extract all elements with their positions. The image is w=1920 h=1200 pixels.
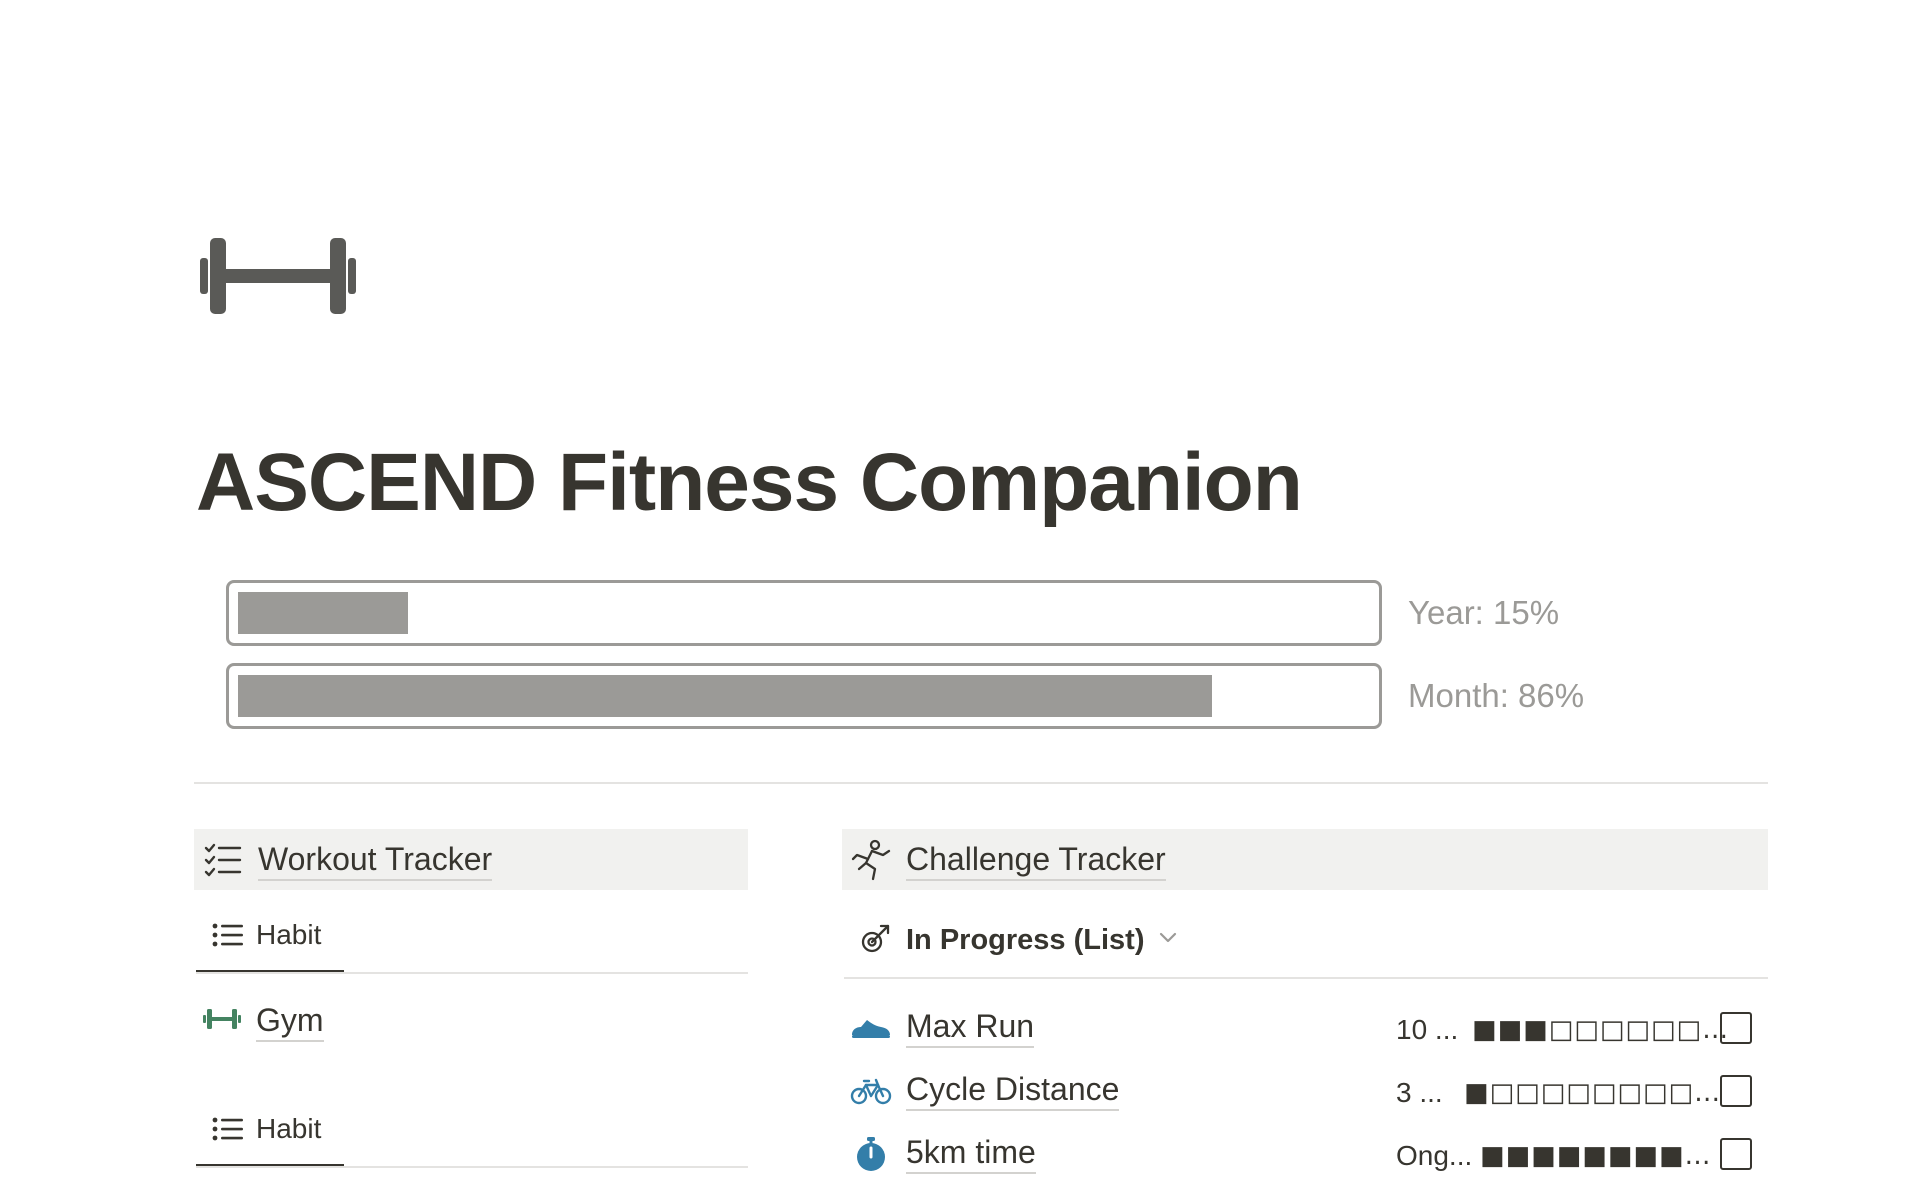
completed-checkbox[interactable] xyxy=(1720,1012,1752,1044)
chevron-down-icon xyxy=(1159,931,1177,949)
gallery-item-gym[interactable]: Gym xyxy=(202,1000,324,1042)
tab-divider xyxy=(196,1166,748,1168)
list-item-progress: ■■■■■■■■… xyxy=(1480,1141,1712,1171)
target-arrow-icon xyxy=(860,922,892,959)
bicycle-icon xyxy=(850,1073,892,1109)
list-item-title[interactable]: Max Run xyxy=(906,1006,1035,1048)
month-progress-track xyxy=(226,663,1382,729)
checklist-icon xyxy=(202,839,244,881)
list-item-goal: 3 ... xyxy=(1396,1077,1443,1108)
list-item[interactable]: Max Run 10 ... ■■■□□□□□□… xyxy=(850,1000,1770,1056)
challenge-tracker-title[interactable]: Challenge Tracker xyxy=(906,839,1166,881)
shoe-icon xyxy=(850,1010,892,1046)
year-progress: Year: 15% xyxy=(226,580,1920,646)
year-progress-track xyxy=(226,580,1382,646)
tab-habit[interactable]: Habit xyxy=(194,910,321,960)
month-progress-fill xyxy=(238,675,1212,717)
tab-habit-label: Habit xyxy=(256,1113,322,1144)
completed-checkbox[interactable] xyxy=(1720,1075,1752,1107)
tab-divider xyxy=(196,972,748,974)
list-item-goal: 10 ... xyxy=(1396,1014,1459,1045)
workout-tracker-header[interactable]: Workout Tracker xyxy=(194,829,748,890)
challenge-tracker-header[interactable]: Challenge Tracker xyxy=(842,829,1768,890)
stopwatch-icon xyxy=(850,1136,892,1172)
list-item-progress: ■□□□□□□□□… xyxy=(1464,1078,1722,1108)
month-progress-label: Month: 86% xyxy=(1408,677,1585,714)
divider xyxy=(194,782,1768,784)
dumbbell-icon xyxy=(198,228,358,324)
month-progress: Month: 86% xyxy=(226,663,1920,729)
workout-tracker-title[interactable]: Workout Tracker xyxy=(258,839,493,881)
dumbbell-icon xyxy=(202,1006,242,1037)
running-person-icon xyxy=(850,839,892,881)
year-progress-label: Year: 15% xyxy=(1408,594,1560,631)
tab-habit-label: Habit xyxy=(256,919,322,950)
list-item-goal: Ong... xyxy=(1396,1140,1473,1171)
list-item[interactable]: 5km time Ong... ■■■■■■■■… xyxy=(850,1126,1770,1182)
list-icon xyxy=(212,1116,244,1142)
view-selector-label: In Progress (List) xyxy=(906,923,1145,956)
list-item[interactable]: Cycle Distance 3 ... ■□□□□□□□□… xyxy=(850,1063,1770,1119)
gallery-item-label: Gym xyxy=(256,1000,324,1042)
completed-checkbox[interactable] xyxy=(1720,1138,1752,1170)
year-progress-fill xyxy=(238,592,408,634)
page-title: ASCEND Fitness Companion xyxy=(196,437,1303,528)
list-icon xyxy=(212,922,244,948)
list-item-progress: ■■■□□□□□□… xyxy=(1472,1015,1730,1045)
tab-habit-2[interactable]: Habit xyxy=(194,1104,321,1154)
view-divider xyxy=(844,977,1768,979)
view-selector[interactable]: In Progress (List) xyxy=(860,915,1177,965)
list-item-title[interactable]: 5km time xyxy=(906,1132,1036,1174)
list-item-title[interactable]: Cycle Distance xyxy=(906,1069,1120,1111)
